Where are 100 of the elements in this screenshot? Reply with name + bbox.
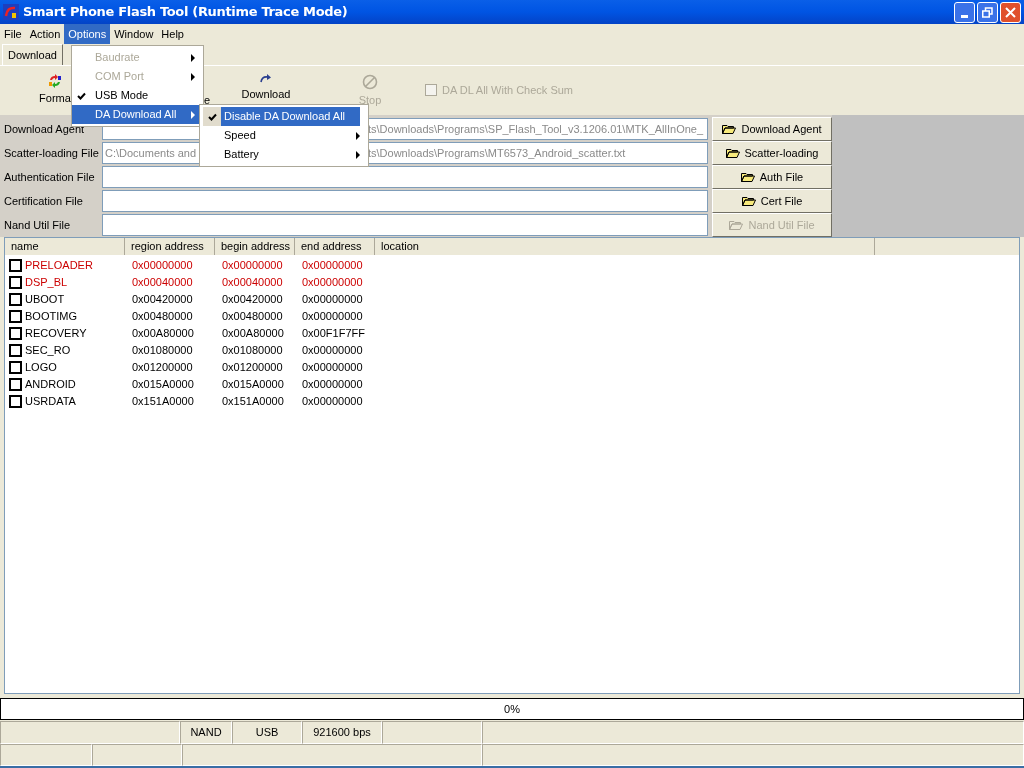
table-cell: 0x00000000: [302, 310, 363, 323]
table-cell: 0x00040000: [132, 276, 193, 289]
row-checkbox[interactable]: [9, 344, 22, 357]
table-cell: 0x00000000: [302, 344, 363, 357]
table-cell-text: ANDROID: [25, 377, 76, 393]
restore-icon: [982, 6, 993, 18]
row-checkbox[interactable]: [9, 378, 22, 391]
table-cell: 0x00000000: [302, 276, 363, 289]
column-header[interactable]: begin address: [215, 238, 295, 255]
folder-icon: [729, 220, 744, 230]
field-text: ts\Downloads\Programs\SP_Flash_Tool_v3.1206.01\MTK_AllInOne_: [368, 121, 704, 137]
submenu-arrow-icon: [356, 150, 360, 159]
table-cell-text: UBOOT: [25, 292, 65, 308]
menu-entry[interactable]: Battery: [200, 145, 368, 164]
table-cell: 0x00040000: [222, 276, 283, 289]
table-cell: 0x01200000: [132, 361, 193, 374]
table-cell: 0x01080000: [222, 344, 283, 357]
close-button[interactable]: [1000, 1, 1021, 23]
table-cell: 0x015A0000: [222, 378, 284, 391]
status-text: USB: [255, 725, 279, 741]
column-header[interactable]: name: [5, 238, 125, 255]
table-cell: 0x00000000: [302, 361, 363, 374]
checkmark-icon: [207, 112, 217, 121]
folder-icon: [740, 172, 755, 182]
table-cell: 0x00000000: [222, 259, 283, 272]
browse-button[interactable]: Auth File: [712, 165, 832, 189]
table-cell: 0x151A0000: [222, 395, 284, 408]
arrows-circle-icon: [48, 74, 62, 88]
table-cell: 0x00480000: [222, 310, 283, 323]
menu-item[interactable]: File: [0, 24, 26, 44]
row-checkbox[interactable]: [9, 310, 22, 323]
table-cell-text: PRELOADER: [25, 258, 93, 274]
table-cell: 0x00000000: [132, 259, 193, 272]
path-field[interactable]: [102, 214, 708, 236]
row-checkbox[interactable]: [9, 361, 22, 374]
window-title: Smart Phone Flash Tool (Runtime Trace Mode): [23, 3, 348, 22]
table-cell-text: LOGO: [25, 360, 57, 376]
restore-button[interactable]: [977, 1, 998, 23]
minimize-button[interactable]: [954, 1, 975, 23]
table-cell-text: DSP_BL: [25, 275, 68, 291]
table-cell: 0x00A80000: [222, 327, 284, 340]
field-label: Certification File: [3, 193, 84, 209]
folder-icon: [741, 196, 756, 206]
submenu-arrow-icon: [191, 53, 195, 62]
path-field[interactable]: [102, 166, 708, 188]
table-cell: 0x00000000: [302, 293, 363, 306]
stop-icon: [362, 74, 378, 90]
column-header[interactable]: region address: [125, 238, 215, 255]
path-field[interactable]: [102, 190, 708, 212]
table-cell-text: BOOTIMG: [25, 309, 77, 325]
column-header[interactable]: end address: [295, 238, 375, 255]
field-label: Scatter-loading File: [3, 145, 100, 161]
table-cell: 0x015A0000: [132, 378, 194, 391]
row-checkbox[interactable]: [9, 293, 22, 306]
field-label: Nand Util File: [3, 217, 72, 233]
table-cell: 0x00000000: [302, 259, 363, 272]
submenu-arrow-icon: [191, 72, 195, 81]
table-cell: 0x00000000: [302, 378, 363, 391]
checkmark-icon: [77, 91, 86, 100]
submenu-arrow-icon: [191, 110, 195, 119]
table-cell: 0x00420000: [222, 293, 283, 306]
close-icon: [1005, 6, 1016, 18]
browse-button[interactable]: Cert File: [712, 189, 832, 213]
table-cell: 0x00420000: [132, 293, 193, 306]
table-cell: 0x00A80000: [132, 327, 194, 340]
table-cell: 0x01200000: [222, 361, 283, 374]
column-header[interactable]: location: [375, 238, 875, 255]
field-text: C:\Documents and: [105, 146, 197, 159]
field-label: Download Agent: [3, 121, 86, 137]
checkbox-label: DA DL All With Check Sum: [442, 83, 574, 98]
row-checkbox[interactable]: [9, 395, 22, 408]
folder-icon: [725, 148, 740, 158]
table-cell: 0x00000000: [302, 395, 363, 408]
status-text: 921600 bps: [313, 725, 371, 741]
toolbar-button[interactable]: Download: [236, 74, 296, 110]
field-label: Authentication File: [3, 169, 96, 185]
menu-item[interactable]: Help: [157, 24, 188, 44]
menu-item[interactable]: Options: [64, 24, 111, 44]
table-cell-text: USRDATA: [25, 394, 76, 410]
row-checkbox[interactable]: [9, 276, 22, 289]
menu-item[interactable]: Action: [25, 24, 65, 44]
table-cell: 0x01080000: [132, 344, 193, 357]
progress-text: 0%: [504, 701, 520, 717]
field-text: ts\Downloads\Programs\MT6573_Android_scatter.txt: [368, 145, 626, 161]
menu-item[interactable]: Window: [110, 24, 158, 44]
curved-arrow-icon: [259, 74, 273, 84]
table-cell: 0x00F1F7FF: [302, 327, 365, 340]
table-cell-text: RECOVERY: [25, 326, 87, 342]
tab[interactable]: Download: [2, 44, 63, 65]
toolbar-button[interactable]: e: [204, 74, 224, 110]
row-checkbox[interactable]: [9, 327, 22, 340]
app-icon: [3, 4, 19, 20]
folder-icon: [722, 124, 737, 134]
submenu-arrow-icon: [356, 131, 360, 140]
table-cell-text: SEC_RO: [25, 343, 71, 359]
status-text: NAND: [190, 725, 222, 741]
table-cell: 0x00480000: [132, 310, 193, 323]
row-checkbox[interactable]: [9, 259, 22, 272]
browse-button[interactable]: Download Agent: [712, 117, 832, 141]
browse-button[interactable]: Scatter-loading: [712, 141, 832, 165]
